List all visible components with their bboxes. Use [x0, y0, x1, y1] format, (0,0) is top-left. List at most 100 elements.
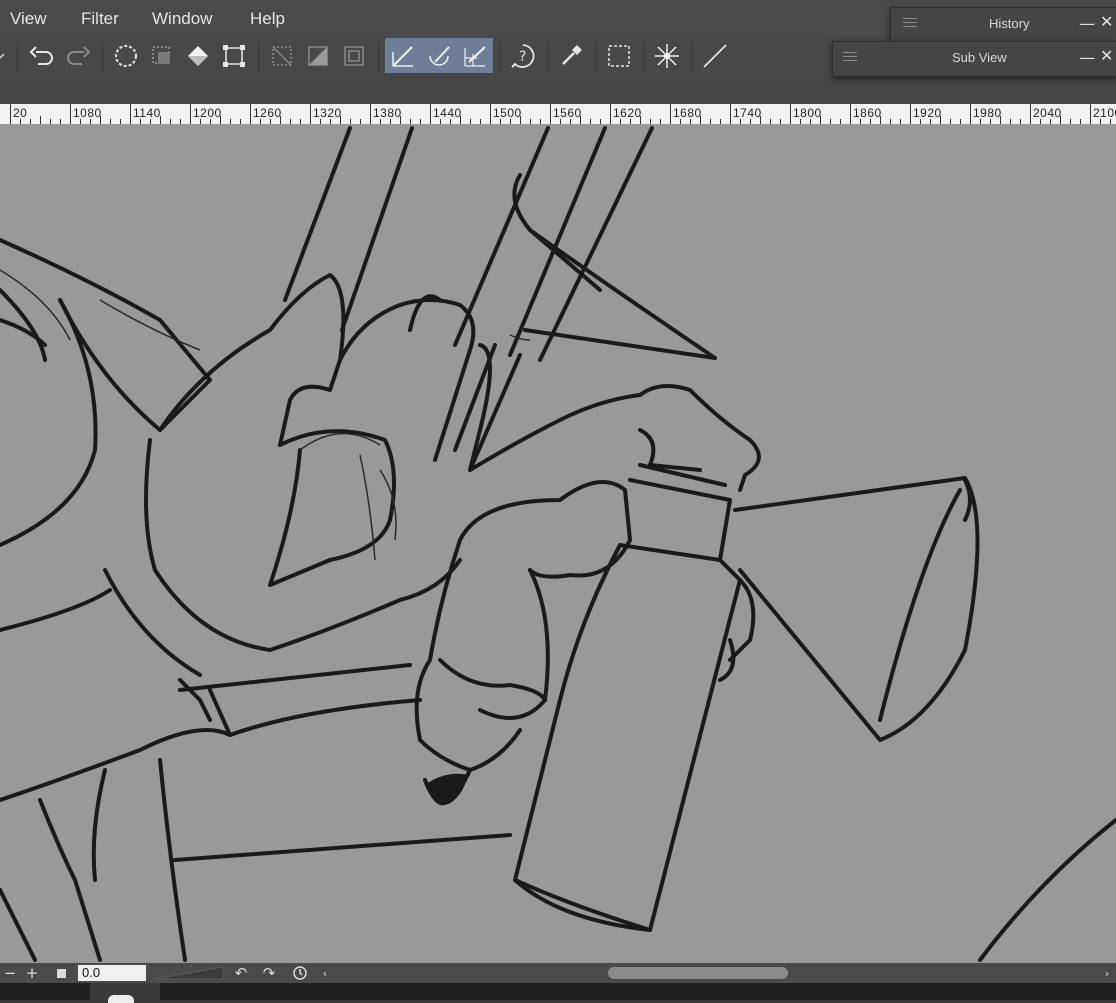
ruler-minor-tick	[920, 119, 921, 124]
ruler-minor-tick	[750, 119, 751, 124]
taskbar-app-button[interactable]	[90, 983, 160, 1003]
rotate-right-icon[interactable]: ↷	[260, 963, 278, 983]
zoom-in-button[interactable]: +	[22, 963, 42, 983]
ruler-tick	[10, 104, 11, 124]
ruler-label: 1080	[73, 106, 102, 120]
chevron-down-icon[interactable]	[0, 38, 12, 74]
minimize-icon[interactable]: —	[1079, 14, 1095, 33]
snap-to-special-ruler-icon[interactable]	[421, 38, 457, 74]
reset-rotation-icon[interactable]	[290, 963, 310, 983]
clear-outside-icon[interactable]	[264, 38, 300, 74]
toolbar-divider	[102, 42, 103, 72]
menu-view[interactable]: View	[10, 9, 47, 29]
help-icon[interactable]: ?	[505, 38, 541, 74]
ruler-minor-tick	[770, 119, 771, 124]
ruler-minor-tick	[880, 116, 881, 124]
fill-outside-icon[interactable]	[300, 38, 336, 74]
ruler-tick	[550, 104, 551, 124]
ruler-minor-tick	[870, 119, 871, 124]
ruler-minor-tick	[720, 119, 721, 124]
toolbar-divider	[643, 42, 644, 72]
ruler-minor-tick	[1100, 119, 1101, 124]
ruler-tick	[190, 104, 191, 124]
scroll-right-icon[interactable]: ›	[1100, 963, 1114, 983]
eyedropper-icon[interactable]	[553, 38, 589, 74]
ruler-label: 20	[13, 106, 28, 120]
menu-window[interactable]: Window	[152, 9, 212, 29]
line-icon[interactable]	[697, 38, 733, 74]
zoom-slider[interactable]	[152, 963, 226, 983]
subview-panel: Sub View — ✕	[832, 41, 1116, 77]
ruler-minor-tick	[700, 116, 701, 124]
scroll-left-icon[interactable]: ‹	[318, 963, 332, 983]
ruler-minor-tick	[1080, 119, 1081, 124]
os-taskbar	[0, 983, 1116, 1003]
ruler-minor-tick	[160, 116, 161, 124]
ruler-minor-tick	[330, 119, 331, 124]
menu-help[interactable]: Help	[250, 9, 285, 29]
ruler-tick	[970, 104, 971, 124]
ruler-minor-tick	[570, 119, 571, 124]
snap-to-ruler-icon[interactable]	[385, 38, 421, 74]
scrollbar-thumb[interactable]	[608, 967, 788, 979]
ruler-minor-tick	[200, 119, 201, 124]
ruler-minor-tick	[930, 119, 931, 124]
redo-icon[interactable]	[60, 38, 96, 74]
zoom-value-field[interactable]: 0.0	[78, 965, 146, 981]
transform-icon[interactable]	[216, 38, 252, 74]
undo-icon[interactable]	[24, 38, 60, 74]
minimize-icon[interactable]: —	[1079, 48, 1095, 67]
ruler-minor-tick	[1020, 119, 1021, 124]
ruler-minor-tick	[100, 116, 101, 124]
ruler-minor-tick	[240, 119, 241, 124]
ruler-label: 1500	[493, 106, 522, 120]
ruler-minor-tick	[140, 119, 141, 124]
ruler-minor-tick	[710, 119, 711, 124]
select-all-icon[interactable]	[108, 38, 144, 74]
ruler-minor-tick	[830, 119, 831, 124]
close-icon[interactable]: ✕	[1100, 46, 1113, 65]
selection-icon[interactable]	[601, 38, 637, 74]
ruler-minor-tick	[690, 119, 691, 124]
ruler-tick	[850, 104, 851, 124]
rotate-left-icon[interactable]: ↶	[232, 963, 250, 983]
toolbar-divider	[258, 42, 259, 72]
ruler-minor-tick	[320, 119, 321, 124]
sparkle-icon[interactable]	[649, 38, 685, 74]
ruler-minor-tick	[230, 119, 231, 124]
menu-filter[interactable]: Filter	[81, 9, 119, 29]
deselect-icon[interactable]	[144, 38, 180, 74]
history-panel-title: History	[989, 16, 1030, 31]
horizontal-scrollbar[interactable]	[335, 966, 1095, 980]
ruler-minor-tick	[510, 119, 511, 124]
ruler-minor-tick	[450, 119, 451, 124]
ruler-minor-tick	[620, 119, 621, 124]
toolbar-divider	[547, 42, 548, 72]
close-icon[interactable]: ✕	[1100, 12, 1113, 31]
ruler-minor-tick	[110, 119, 111, 124]
zoom-out-button[interactable]: −	[2, 963, 18, 983]
snap-to-grid-icon[interactable]	[457, 38, 493, 74]
selection-border-icon[interactable]	[336, 38, 372, 74]
ruler-minor-tick	[20, 119, 21, 124]
menu-icon[interactable]	[843, 52, 857, 64]
ruler-minor-tick	[950, 119, 951, 124]
ruler-minor-tick	[40, 116, 41, 124]
ruler-minor-tick	[940, 116, 941, 124]
ruler-minor-tick	[290, 119, 291, 124]
fill-icon[interactable]	[180, 38, 216, 74]
ruler-minor-tick	[820, 116, 821, 124]
ruler-label: 1620	[613, 106, 642, 120]
menu-icon[interactable]	[903, 18, 917, 30]
ruler-label: 1200	[193, 106, 222, 120]
status-bar: − + 0.0 ↶ ↷ ‹ ›	[0, 963, 1116, 983]
ruler-minor-tick	[150, 119, 151, 124]
drawing-canvas[interactable]	[0, 125, 1116, 963]
history-panel: History — ✕	[890, 7, 1116, 43]
ruler-label: 1320	[313, 106, 342, 120]
ruler-tick	[730, 104, 731, 124]
ruler-label: 2040	[1033, 106, 1062, 120]
stop-icon[interactable]	[52, 963, 70, 983]
line-art-sketch	[0, 126, 1116, 962]
ruler-tick	[1090, 104, 1091, 124]
